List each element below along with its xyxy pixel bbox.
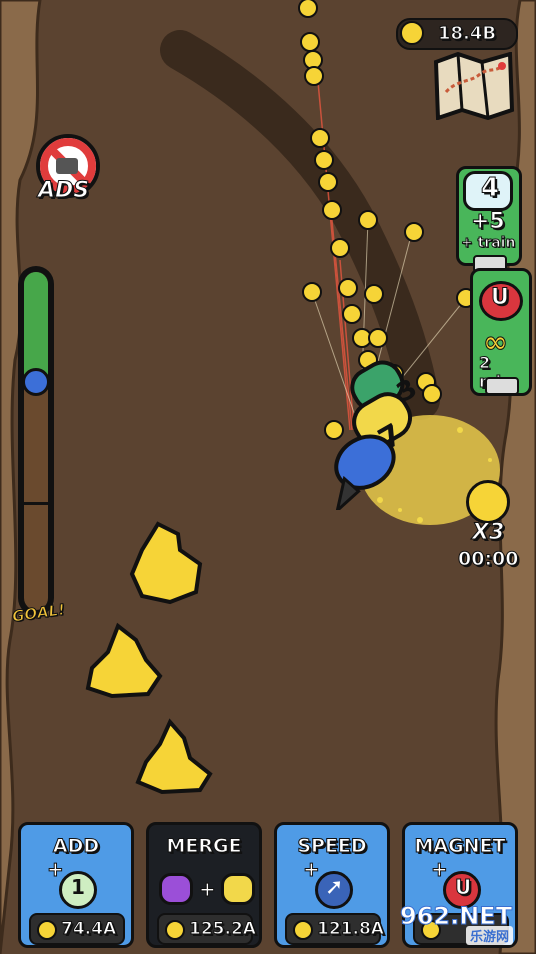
- plus-icon: +: [431, 857, 449, 882]
- magnet-boost-button[interactable]: U ∞ 2 min: [470, 268, 532, 396]
- watermark: 962.NET 乐游网: [396, 902, 532, 948]
- coin-icon: [466, 480, 510, 524]
- gold-nugget[interactable]: [128, 520, 208, 606]
- depth-progress-fill: [24, 272, 48, 384]
- watermark-sub: 乐游网: [466, 926, 514, 945]
- coin-balance-value: 18.4B: [437, 23, 497, 45]
- plus-icon: +: [199, 877, 217, 902]
- rocket-glyph: ➚: [325, 875, 344, 900]
- gold-nugget[interactable]: [132, 718, 216, 796]
- gold-nugget[interactable]: [82, 622, 166, 700]
- coin-balance: 18.4B: [396, 18, 518, 50]
- add-price: 74.4A: [29, 913, 125, 945]
- bonus-timer: 00:00: [457, 548, 519, 571]
- speed-button[interactable]: SPEED + ➚ 121.8A: [274, 822, 390, 948]
- train-count: 4: [480, 173, 500, 204]
- yellow-train-icon: [221, 873, 255, 905]
- add-train-boost-button[interactable]: 4 +5 + train: [456, 166, 522, 273]
- magnet-button-title: MAGNET: [414, 835, 506, 858]
- multiplier-label: X3: [471, 520, 505, 546]
- coin-icon: [293, 920, 313, 940]
- magnet-letter: U: [454, 875, 472, 900]
- coin-icon: [37, 920, 57, 940]
- purple-train-icon: [159, 873, 193, 905]
- plus-icon: +: [47, 857, 65, 882]
- speed-price: 121.8A: [285, 913, 385, 945]
- merge-price-value: 125.2A: [189, 919, 257, 940]
- merge-button[interactable]: MERGE + 125.2A: [146, 822, 262, 948]
- depth-progress: [24, 272, 48, 610]
- train-bonus: +5: [471, 209, 506, 235]
- plus-icon: +: [303, 857, 321, 882]
- video-ad-icon: [485, 377, 519, 395]
- no-ads-label: ADS: [37, 178, 90, 204]
- magnet-letter: U: [491, 285, 510, 311]
- progress-segment-divider: [24, 502, 48, 505]
- drill-train: [334, 360, 413, 510]
- merge-price: 125.2A: [157, 913, 257, 945]
- coin-multiplier-bonus[interactable]: X3 00:00: [457, 476, 534, 572]
- map-button[interactable]: [432, 52, 516, 120]
- drill-position-marker: [22, 368, 50, 396]
- speed-button-title: SPEED: [297, 835, 367, 858]
- speed-price-value: 121.8A: [317, 919, 385, 940]
- add-price-value: 74.4A: [60, 919, 117, 940]
- coin-icon: [165, 920, 185, 940]
- merge-button-title: MERGE: [166, 835, 242, 858]
- train-level-number: 1: [71, 875, 85, 899]
- add-train-button[interactable]: ADD + 1 74.4A: [18, 822, 134, 948]
- coin-icon: [400, 21, 424, 45]
- train-bonus-sub: + train: [460, 235, 516, 252]
- add-button-title: ADD: [52, 835, 100, 858]
